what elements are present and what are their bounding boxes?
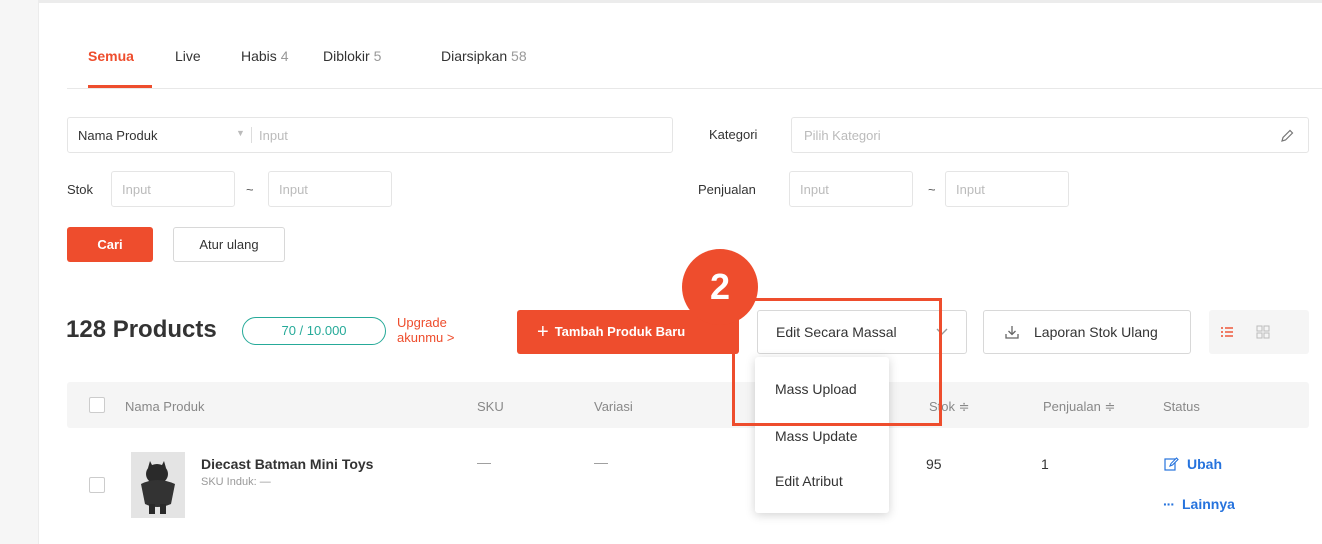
range-separator: ~ — [928, 182, 936, 197]
restock-report-button[interactable]: Laporan Stok Ulang — [983, 310, 1191, 354]
column-header-status: Status — [1163, 399, 1200, 414]
product-name-input[interactable]: Input — [259, 128, 288, 143]
select-all-checkbox[interactable] — [89, 397, 105, 413]
products-count-title: 128 Products — [66, 316, 217, 343]
name-filter-select[interactable]: Nama Produk — [78, 128, 157, 143]
tab-sold-out[interactable]: Habis 4 — [241, 48, 288, 64]
category-placeholder: Pilih Kategori — [804, 128, 881, 143]
menu-item-edit-attribute[interactable]: Edit Atribut — [775, 473, 843, 489]
restock-report-label: Laporan Stok Ulang — [1034, 324, 1158, 340]
row-checkbox[interactable] — [89, 477, 105, 493]
product-name[interactable]: Diecast Batman Mini Toys — [201, 456, 373, 472]
more-actions-link[interactable]: ··· Lainnya — [1163, 496, 1235, 512]
search-button[interactable]: Cari — [67, 227, 153, 262]
column-header-sku: SKU — [477, 399, 504, 414]
tab-label: Diblokir — [323, 48, 370, 64]
tab-banned[interactable]: Diblokir 5 — [323, 48, 381, 64]
tab-archived[interactable]: Diarsipkan 58 — [441, 48, 527, 64]
upgrade-account-link[interactable]: Upgrade akunmu > — [397, 315, 454, 345]
view-toggle — [1209, 310, 1309, 354]
tab-live[interactable]: Live — [175, 48, 201, 64]
stock-max-placeholder: Input — [279, 182, 308, 197]
reset-button[interactable]: Atur ulang — [173, 227, 285, 262]
sales-max-placeholder: Input — [956, 182, 985, 197]
product-name-filter: Nama Produk ▼ Input — [67, 117, 673, 153]
column-header-sales[interactable]: Penjualan ≑ — [1043, 399, 1115, 415]
tab-count: 4 — [280, 48, 289, 64]
edit-label: Ubah — [1187, 456, 1222, 472]
stock-label: Stok — [67, 182, 94, 197]
product-list-card: Semua Live Habis 4 Diblokir 5 Diarsipkan… — [38, 0, 1322, 544]
sales-max-input[interactable]: Input — [945, 171, 1069, 207]
table-row: Diecast Batman Mini Toys SKU Induk: — — … — [67, 428, 1309, 544]
list-view-icon[interactable] — [1219, 324, 1235, 340]
download-icon — [1005, 326, 1019, 339]
stock-max-input[interactable]: Input — [268, 171, 392, 207]
upgrade-line-1: Upgrade — [397, 315, 447, 330]
add-product-label: Tambah Produk Baru — [554, 324, 686, 339]
grid-view-icon[interactable] — [1255, 324, 1271, 340]
parent-sku: SKU Induk: — — [201, 476, 271, 488]
step-number-badge: 2 — [682, 249, 758, 325]
tab-label: Diarsipkan — [441, 48, 508, 64]
stock-min-input[interactable]: Input — [111, 171, 235, 207]
table-header: Nama Produk SKU Variasi Stok ≑ Penjualan… — [67, 382, 1309, 428]
upgrade-line-2: akunmu > — [397, 330, 455, 345]
sales-min-placeholder: Input — [800, 182, 829, 197]
sales-min-input[interactable]: Input — [789, 171, 913, 207]
chevron-down-icon[interactable]: ▼ — [236, 128, 245, 138]
more-dots-icon: ··· — [1163, 496, 1175, 512]
category-label: Kategori — [709, 127, 758, 142]
pencil-icon[interactable] — [1279, 128, 1295, 144]
category-input[interactable]: Pilih Kategori — [791, 117, 1309, 153]
product-quota-badge: 70 / 10.000 — [242, 317, 386, 345]
more-label: Lainnya — [1182, 496, 1235, 512]
tab-label: Live — [175, 48, 201, 64]
tabs-divider — [67, 88, 1322, 89]
tab-label: Habis — [241, 48, 277, 64]
sales-label: Penjualan — [698, 182, 756, 197]
range-separator: ~ — [246, 182, 254, 197]
tab-count: 5 — [373, 48, 382, 64]
menu-item-mass-update[interactable]: Mass Update — [775, 428, 857, 444]
column-header-variation: Variasi — [594, 399, 633, 414]
plus-icon: + — [537, 321, 549, 343]
tutorial-highlight-box — [732, 298, 942, 426]
product-thumbnail[interactable] — [131, 452, 185, 518]
variation-value: — — [594, 454, 608, 470]
edit-product-link[interactable]: Ubah — [1163, 456, 1222, 472]
edit-icon — [1164, 457, 1179, 471]
stock-min-placeholder: Input — [122, 182, 151, 197]
column-header-name: Nama Produk — [125, 399, 205, 414]
batman-figure-image — [131, 452, 185, 518]
sales-value: 1 — [1041, 456, 1049, 472]
tab-count: 58 — [511, 48, 527, 64]
sku-value: — — [477, 454, 491, 470]
divider — [251, 127, 252, 143]
tab-label: Semua — [88, 48, 134, 64]
stock-value: 95 — [926, 456, 942, 472]
tab-all[interactable]: Semua — [88, 48, 134, 64]
